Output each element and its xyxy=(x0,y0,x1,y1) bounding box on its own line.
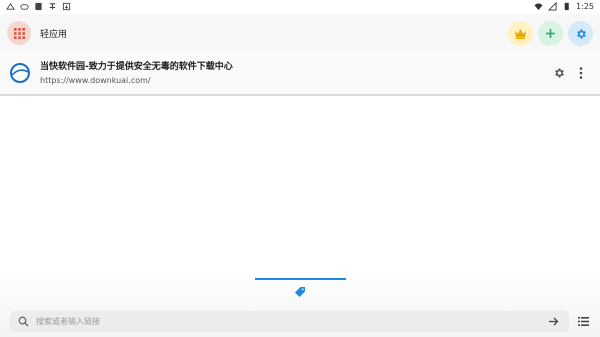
grid-icon xyxy=(13,27,25,39)
app-logo-icon xyxy=(49,3,56,10)
status-time: 1:25 xyxy=(576,2,594,11)
battery-icon xyxy=(564,2,569,11)
notification-icon xyxy=(6,2,15,10)
item-settings-icon[interactable] xyxy=(553,67,565,79)
search-icon xyxy=(18,316,29,327)
tab-indicator xyxy=(255,278,346,280)
wifi-icon xyxy=(534,3,543,11)
search-input[interactable] xyxy=(36,314,516,329)
add-button[interactable] xyxy=(538,21,563,46)
item-url: https://www.downkuai.com/ xyxy=(40,76,151,85)
top-app-bar: 轻应用 xyxy=(0,14,600,52)
sim-icon xyxy=(35,2,42,11)
crown-icon xyxy=(515,29,526,39)
app-menu-button[interactable] xyxy=(7,21,31,45)
download-icon xyxy=(62,2,71,11)
gear-icon xyxy=(576,29,586,38)
item-title: 当快软件园-致力于提供安全无毒的软件下载中心 xyxy=(40,62,233,72)
signal-icon xyxy=(548,2,557,11)
status-bar-left xyxy=(6,2,71,11)
premium-button[interactable] xyxy=(508,21,533,46)
list-view-icon[interactable] xyxy=(578,316,589,327)
plus-icon xyxy=(546,29,555,38)
go-arrow-icon[interactable] xyxy=(548,316,559,327)
settings-button[interactable] xyxy=(568,21,593,46)
site-logo-icon xyxy=(10,63,30,83)
more-vert-icon[interactable] xyxy=(578,66,584,80)
tag-icon[interactable] xyxy=(294,286,306,298)
list-item[interactable]: 当快软件园-致力于提供安全无毒的软件下载中心 https://www.downk… xyxy=(0,52,600,96)
app-title: 轻应用 xyxy=(40,30,68,40)
status-bar: 1:25 xyxy=(0,0,600,14)
status-bar-right: 1:25 xyxy=(534,2,594,11)
cloud-icon xyxy=(20,4,29,10)
search-bar xyxy=(10,311,569,332)
